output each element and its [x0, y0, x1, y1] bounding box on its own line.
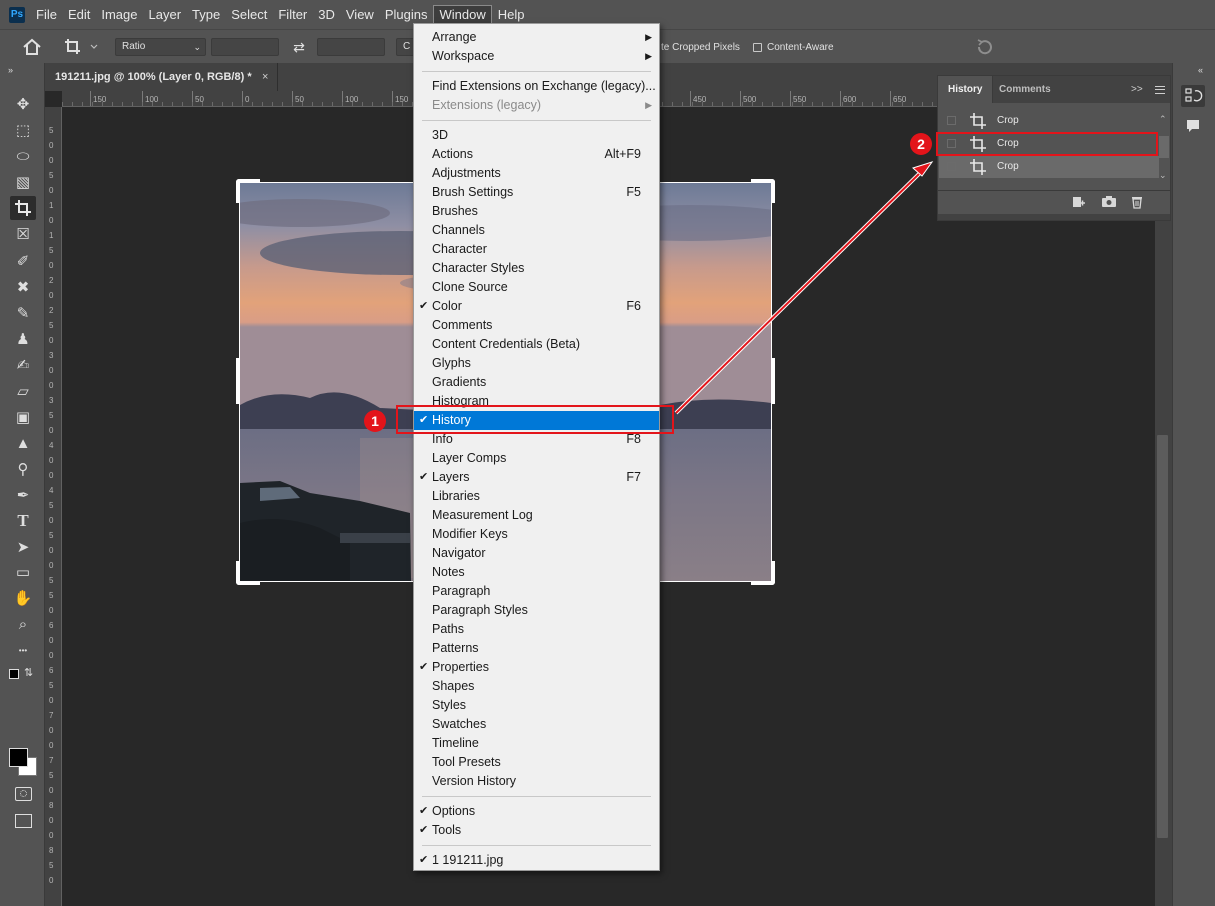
annotation-arrow [674, 161, 934, 415]
